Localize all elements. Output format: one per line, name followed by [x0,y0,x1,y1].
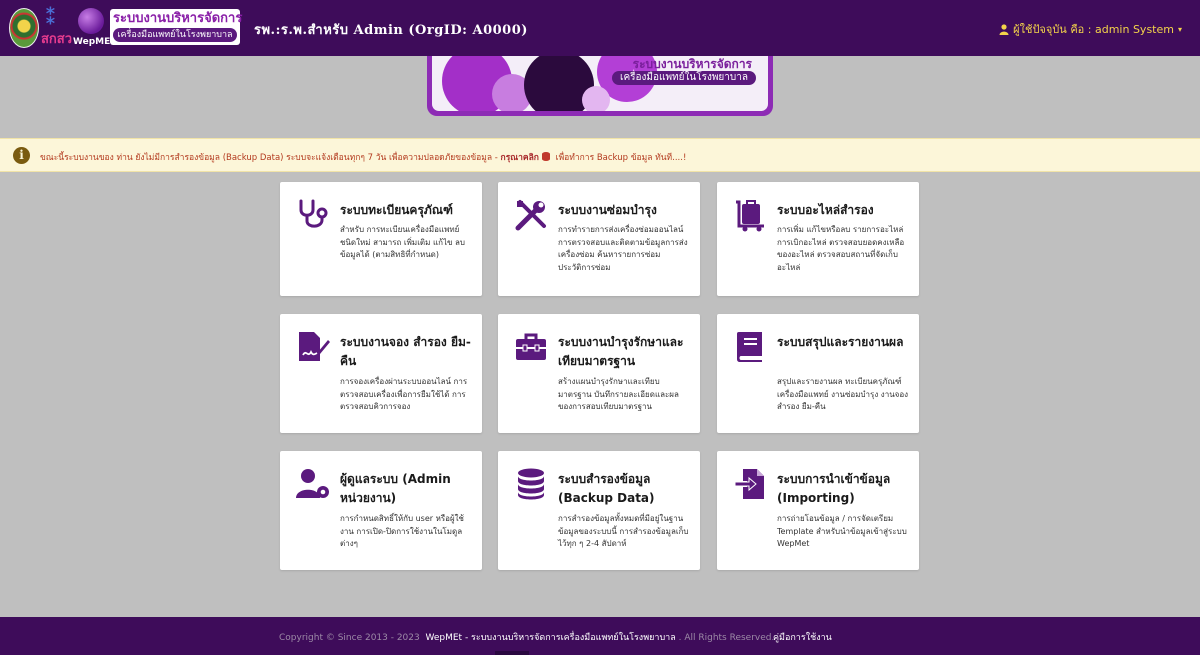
user-menu-dropdown[interactable]: ผู้ใช้ปัจจุบัน คือ : admin System ▾ [999,20,1182,38]
brand-subtitle: เครื่องมือแพทย์ในโรงพยาบาล [113,28,237,42]
brand-logo[interactable]: ระบบงานบริหารจัดการ เครื่องมือแพทย์ในโรง… [110,9,243,45]
sks-logo-text: สกสว [41,32,73,47]
card-title: ระบบงานบำรุงรักษาและเทียบมาตรฐาน [558,335,684,368]
card-description: การทำรายการส่งเครื่องซ่อมออนไลน์ การตรวจ… [558,225,688,272]
org-title: รพ.:ร.พ.สำหรับ Admin (OrgID: A0000) [254,23,528,38]
alert-click-link[interactable]: กรุณาคลิก [501,153,539,163]
card-description: การถ่ายโอนข้อมูล / การจัดเตรียม Template… [777,514,907,548]
card-import[interactable]: ระบบการนำเข้าข้อมูล (Importing) การถ่ายโ… [717,451,919,570]
card-description: การเพิ่ม แก้ไขหรือลบ รายการอะไหล่ การเบิ… [777,225,905,272]
sks-logo: ⁑ สกสว [41,5,73,49]
alert-message-prefix: ขณะนี้ระบบงานของ ท่าน ยังไม่มีการสำรองข้… [40,153,501,163]
card-title: ระบบสำรองข้อมูล (Backup Data) [558,472,655,505]
university-seal-logo [9,8,39,48]
file-import-icon [734,469,764,499]
card-title: ระบบทะเบียนครุภัณฑ์ [340,203,453,217]
backup-warning-alert: i ขณะนี้ระบบงานของ ท่าน ยังไม่มีการสำรอง… [0,138,1200,172]
dolly-icon [736,200,764,232]
user-manual-link[interactable]: คู่มือการใช้งาน [773,630,832,644]
current-user-label: ผู้ใช้ปัจจุบัน คือ : admin System [1013,23,1174,36]
footer-copyright: Copyright © Since 2013 - 2023 WepMEt - ร… [279,630,774,644]
footer: Copyright © Since 2013 - 2023 WepMEt - ร… [0,617,1200,655]
top-navbar: ⁑ สกสว WepMEt ระบบงานบริหารจัดการ เครื่อ… [0,0,1200,56]
card-description: สรุปและรายงานผล ทะเบียนครุภัณฑ์เครื่องมื… [777,377,909,411]
card-description: การสำรองข้อมูลทั้งหมดที่มีอยู่ในฐานข้อมู… [558,514,689,548]
card-admin[interactable]: ผู้ดูแลระบบ (Admin หน่วยงาน) การกำหนดสิท… [280,451,482,570]
card-title: ระบบการนำเข้าข้อมูล (Importing) [777,472,891,505]
card-title: ระบบงานจอง สำรอง ยืม-คืน [340,335,471,368]
card-reports[interactable]: ระบบสรุปและรายงานผล สรุปและรายงานผล ทะเบ… [717,314,919,433]
wepmet-logo-text: WepMEt [73,37,115,47]
file-signature-icon [299,332,330,361]
sks-mark-icon: ⁑ [45,5,57,30]
banner-subtitle: เครื่องมือแพทย์ในโรงพยาบาล [612,71,756,85]
card-booking-loan[interactable]: ระบบงานจอง สำรอง ยืม-คืน การจองเครื่องผ่… [280,314,482,433]
hero-banner: ระบบงานบริหารจัดการ เครื่องมือแพทย์ในโรง… [427,56,773,116]
brand-title: ระบบงานบริหารจัดการ [113,11,243,26]
card-calibration[interactable]: ระบบงานบำรุงรักษาและเทียบมาตรฐาน สร้างแผ… [498,314,700,433]
card-description: การกำหนดสิทธิ์ให้กับ user หรือผู้ใช้งาน … [340,514,464,548]
card-title: ระบบสรุปและรายงานผล [777,335,904,349]
toolbox-icon [516,333,546,360]
wepmet-ball-icon [78,8,104,34]
copyright-text: Copyright © Since 2013 - 2023 [279,633,420,643]
card-title: ระบบอะไหล่สำรอง [777,203,874,217]
user-cog-icon [296,469,329,498]
user-icon [999,23,1009,35]
banner-bubble [582,86,610,111]
card-spare-parts[interactable]: ระบบอะไหล่สำรอง การเพิ่ม แก้ไขหรือลบ ราย… [717,182,919,296]
footer-app-name-link[interactable]: WepMEt - ระบบงานบริหารจัดการเครื่องมือแพ… [425,633,675,643]
card-backup[interactable]: ระบบสำรองข้อมูล (Backup Data) การสำรองข้… [498,451,700,570]
card-description: สำหรับ การทะเบียนเครื่องมือแพทย์ชนิดใหม่… [340,225,465,259]
backup-warning-message: ขณะนี้ระบบงานของ ท่าน ยังไม่มีการสำรองข้… [40,150,686,164]
card-title: ผู้ดูแลระบบ (Admin หน่วยงาน) [340,472,451,505]
rights-text: . All Rights Reserved. [678,633,775,643]
card-description: สร้างแผนบำรุงรักษาและเทียบมาตรฐาน บันทึก… [558,377,679,411]
card-description: การจองเครื่องผ่านระบบออนไลน์ การตรวจสอบเ… [340,377,468,411]
chevron-down-icon: ▾ [1177,24,1182,34]
banner-title: ระบบงานบริหารจัดการ [632,57,752,71]
footer-scroll-tab [495,651,529,655]
wepmet-logo: WepMEt [73,7,115,49]
hero-banner-image: ระบบงานบริหารจัดการ เครื่องมือแพทย์ในโรง… [432,56,768,111]
alert-message-suffix: เพื่อทำการ Backup ข้อมูล ทันที....! [552,153,687,163]
stethoscope-icon [299,199,328,228]
tools-icon [515,200,546,231]
book-icon [737,332,762,362]
info-circle-icon: i [13,147,30,164]
card-title: ระบบงานซ่อมบำรุง [558,203,657,217]
card-repair-maintenance[interactable]: ระบบงานซ่อมบำรุง การทำรายการส่งเครื่องซ่… [498,182,700,296]
database-icon [518,468,544,500]
card-asset-registry[interactable]: ระบบทะเบียนครุภัณฑ์ สำหรับ การทะเบียนเคร… [280,182,482,296]
database-icon[interactable] [541,152,550,161]
